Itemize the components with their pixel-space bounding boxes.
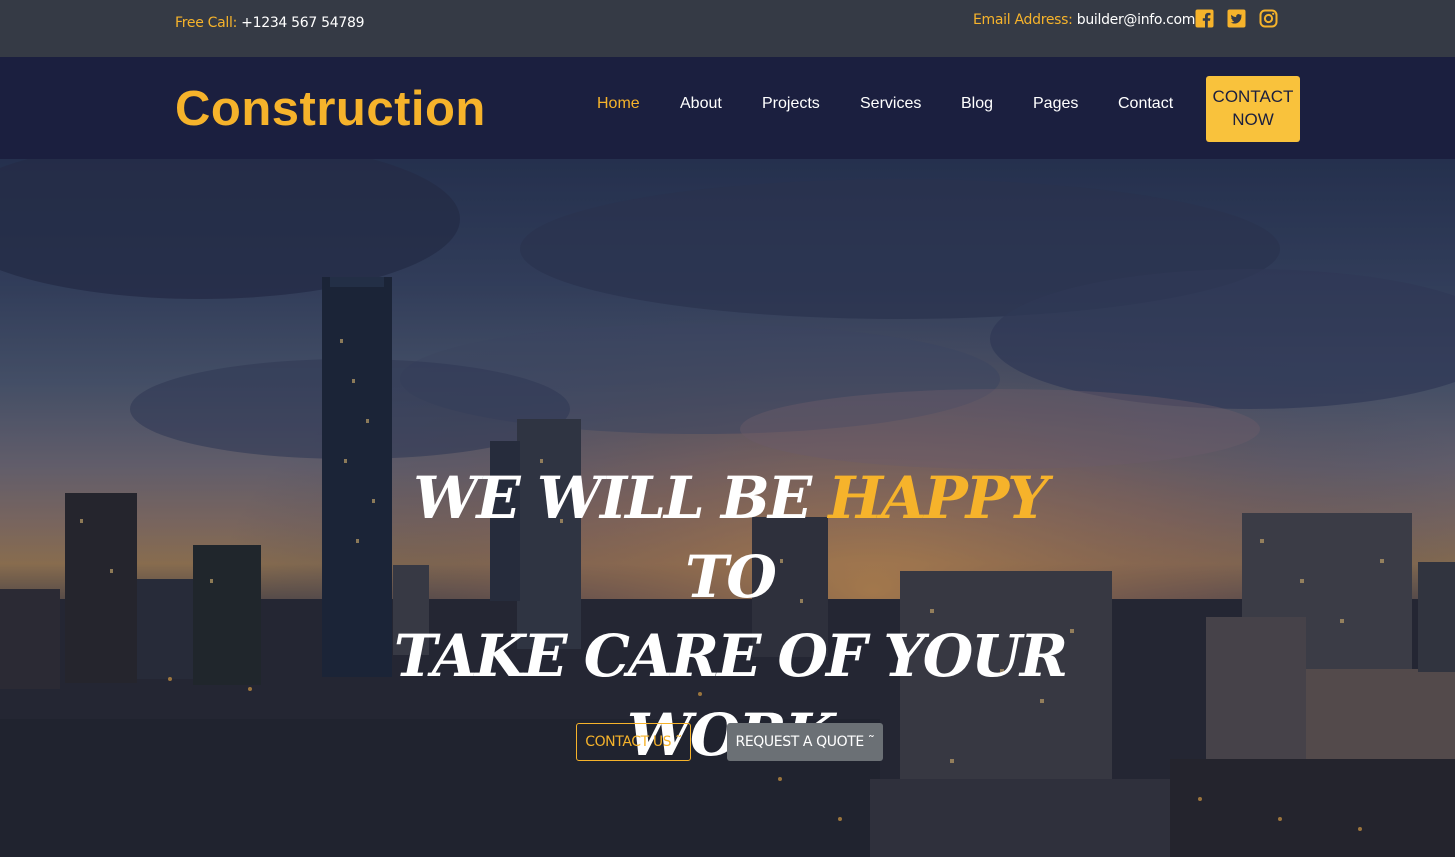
top-bar: Free Call: +1234 567 54789 Email Address… [0, 0, 1455, 57]
free-call: Free Call: +1234 567 54789 [175, 15, 365, 31]
email-address: Email Address: builder@info.com [973, 12, 1195, 28]
nav-home[interactable]: Home [597, 95, 640, 113]
email-link[interactable]: builder@info.com [1077, 12, 1196, 28]
nav-contact[interactable]: Contact [1118, 95, 1173, 113]
request-quote-button[interactable]: REQUEST A QUOTE ˜ [727, 723, 883, 761]
instagram-icon[interactable] [1259, 9, 1278, 28]
nav-pages[interactable]: Pages [1033, 95, 1078, 113]
free-call-label: Free Call: [175, 15, 238, 31]
headline-line1-start: WE WILL BE [413, 464, 829, 532]
hero-section: WE WILL BE HAPPY TO TAKE CARE OF YOUR WO… [0, 159, 1455, 857]
headline-line2: TAKE CARE OF YOUR [393, 622, 1068, 690]
contact-now-line1: CONTACT [1212, 87, 1294, 106]
nav-blog[interactable]: Blog [961, 95, 993, 113]
site-logo[interactable]: Construction [175, 81, 486, 137]
nav-projects[interactable]: Projects [762, 95, 820, 113]
contact-now-button[interactable]: CONTACT NOW [1206, 76, 1300, 142]
headline-highlight: HAPPY [828, 464, 1048, 532]
headline-line1: WE WILL BE HAPPY TO [360, 459, 1100, 617]
phone-number[interactable]: +1234 567 54789 [241, 15, 364, 31]
contact-us-button[interactable]: CONTACT US ˜ [576, 723, 691, 761]
nav-about[interactable]: About [680, 95, 722, 113]
twitter-icon[interactable] [1227, 9, 1246, 28]
email-label: Email Address: [973, 12, 1073, 28]
contact-now-line2: NOW [1232, 110, 1274, 129]
main-header: Construction Home About Projects Service… [0, 57, 1455, 159]
nav-services[interactable]: Services [860, 95, 921, 113]
facebook-icon[interactable] [1195, 9, 1214, 28]
headline-line1-end: TO [685, 543, 777, 611]
